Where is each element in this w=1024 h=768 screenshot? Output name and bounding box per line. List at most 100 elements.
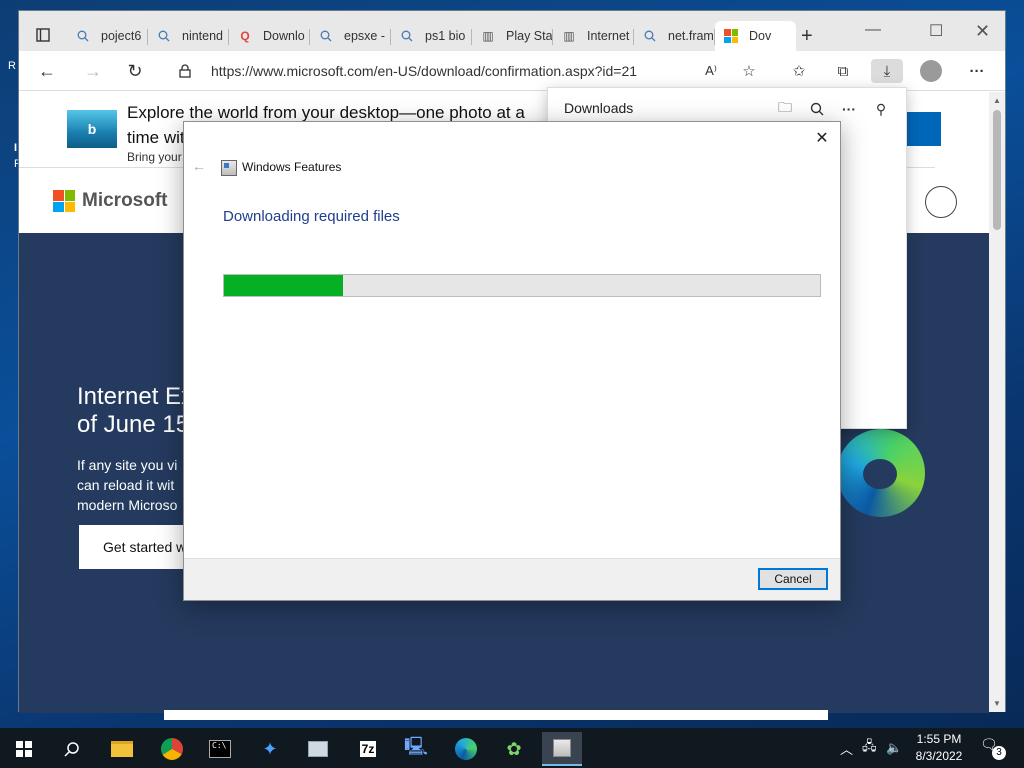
account-icon[interactable]: [925, 186, 957, 218]
search-icon: [318, 28, 334, 44]
tab-label: Downlo: [263, 29, 305, 43]
chevron-up-icon: ︿: [840, 741, 854, 757]
pin-downloads-button[interactable]: ⚲: [870, 98, 892, 120]
add-favorite-button[interactable]: ☆: [737, 59, 761, 83]
scroll-up-icon[interactable]: ▲: [989, 96, 1005, 105]
open-folder-button[interactable]: 🗀: [774, 98, 796, 120]
read-aloud-button[interactable]: A⁾: [699, 59, 723, 83]
close-window-button[interactable]: ✕: [975, 21, 990, 42]
browser-tab[interactable]: poject6: [67, 21, 148, 51]
page-bottom-edge: [164, 710, 828, 720]
promo-button[interactable]: [905, 112, 941, 146]
edge-button[interactable]: [446, 732, 486, 766]
dialog-heading: Downloading required files: [223, 208, 400, 225]
search-icon: [810, 102, 824, 116]
browser-tab[interactable]: ps1 bio: [391, 21, 472, 51]
network-app-button[interactable]: 🖳: [396, 732, 436, 766]
taskbar-search-button[interactable]: [52, 732, 92, 766]
scrollbar-thumb[interactable]: [993, 110, 1001, 230]
get-started-button[interactable]: Get started w: [79, 525, 187, 569]
app-button[interactable]: ✦: [250, 732, 290, 766]
search-downloads-button[interactable]: [806, 98, 828, 120]
browser-tab[interactable]: net.fram: [634, 21, 715, 51]
dialog-footer: Cancel: [184, 558, 840, 600]
download-icon: ⤓: [883, 62, 891, 80]
browser-tab[interactable]: ▥ Play Sta: [472, 21, 553, 51]
app-button[interactable]: ✿: [494, 732, 534, 766]
file-explorer-button[interactable]: [102, 732, 142, 766]
7zip-button[interactable]: 7z: [348, 732, 388, 766]
windows-logo-icon: [16, 741, 32, 757]
windows-features-icon: [221, 160, 237, 176]
folder-icon: [111, 741, 133, 757]
back-button[interactable]: ←: [35, 59, 59, 83]
folder-icon: 🗀: [778, 99, 792, 115]
hero-title-line: of June 15,: [77, 411, 196, 438]
tab-actions-button[interactable]: [29, 23, 57, 47]
computer-icon: 🖳: [403, 736, 428, 756]
windows-features-taskbar-button[interactable]: [542, 732, 582, 766]
page-scrollbar[interactable]: ▲ ▼: [989, 92, 1005, 712]
clock-time: 1:55 PM: [916, 732, 962, 746]
cancel-button[interactable]: Cancel: [758, 568, 828, 590]
dialog-title: Windows Features: [242, 160, 342, 174]
search-icon: [399, 28, 415, 44]
desktop-icon-label: R: [8, 60, 16, 72]
refresh-icon: ↻: [127, 60, 143, 81]
downloads-button[interactable]: ⤓: [871, 59, 903, 83]
settings-more-button[interactable]: ···: [965, 59, 989, 83]
more-icon: ···: [969, 62, 985, 80]
browser-tab[interactable]: Dov: [715, 21, 796, 51]
archive-icon: ▥: [563, 29, 575, 43]
show-hidden-icons-button[interactable]: ︿: [840, 728, 853, 768]
command-prompt-button[interactable]: C:\: [200, 732, 240, 766]
volume-tray-icon[interactable]: 🔈: [886, 728, 902, 768]
puzzle-icon: ✦: [262, 738, 278, 759]
forward-button[interactable]: →: [81, 59, 105, 83]
control-panel-button[interactable]: [298, 732, 338, 766]
network-tray-icon[interactable]: 🖧: [862, 728, 877, 768]
read-aloud-icon: A⁾: [705, 63, 717, 78]
speaker-icon: 🔈: [886, 740, 903, 755]
notification-badge: 3: [992, 746, 1006, 760]
avatar: [920, 60, 942, 82]
download-progress-bar: [223, 274, 821, 297]
hero-title-line: Internet Exp: [77, 383, 197, 410]
browser-tab[interactable]: Q Downlo: [229, 21, 310, 51]
dialog-back-button[interactable]: ←: [192, 158, 206, 174]
downloads-more-button[interactable]: ···: [838, 98, 860, 120]
windows-features-icon: [553, 739, 571, 757]
microsoft-logo[interactable]: Microsoft: [53, 190, 168, 212]
scroll-down-icon[interactable]: ▼: [989, 699, 1005, 708]
browser-tab[interactable]: nintend: [148, 21, 229, 51]
clock-date: 8/3/2022: [915, 749, 963, 763]
refresh-button[interactable]: ↻: [123, 59, 147, 83]
tab-label: Internet: [587, 29, 630, 43]
minimize-button[interactable]: —: [865, 21, 881, 39]
search-icon: [64, 742, 79, 757]
browser-tab[interactable]: epsxe -: [310, 21, 391, 51]
hero-text-line: can reload it wit: [77, 477, 175, 493]
start-button[interactable]: [4, 732, 44, 766]
browser-tab[interactable]: ▥ Internet: [553, 21, 634, 51]
desktop-icon-label: I: [14, 142, 18, 154]
favorites-button[interactable]: ✩: [787, 59, 811, 83]
edge-logo-icon: [837, 429, 925, 517]
action-center-button[interactable]: 🗨 3: [980, 736, 1008, 760]
new-tab-button[interactable]: +: [801, 25, 813, 48]
progress-fill: [224, 275, 344, 296]
lock-icon: [179, 64, 191, 78]
chrome-button[interactable]: [152, 732, 192, 766]
address-bar[interactable]: https://www.microsoft.com/en-US/download…: [171, 57, 731, 85]
taskbar: C:\ ✦ 7z 🖳 ✿ ︿ 🖧 🔈 1:55 PM 8/3/2022 🗨 3: [0, 728, 1024, 768]
system-clock[interactable]: 1:55 PM 8/3/2022: [906, 731, 972, 765]
maximize-button[interactable]: ☐: [929, 21, 943, 41]
edge-icon: [455, 738, 477, 760]
archive-icon: ▥: [482, 29, 494, 43]
profile-button[interactable]: [919, 59, 943, 83]
dialog-close-button[interactable]: ✕: [812, 128, 832, 148]
microsoft-logo-icon: [53, 190, 75, 212]
tab-label: nintend: [182, 29, 224, 43]
tab-label: Dov: [749, 29, 772, 43]
collections-button[interactable]: ⧉: [831, 59, 855, 83]
